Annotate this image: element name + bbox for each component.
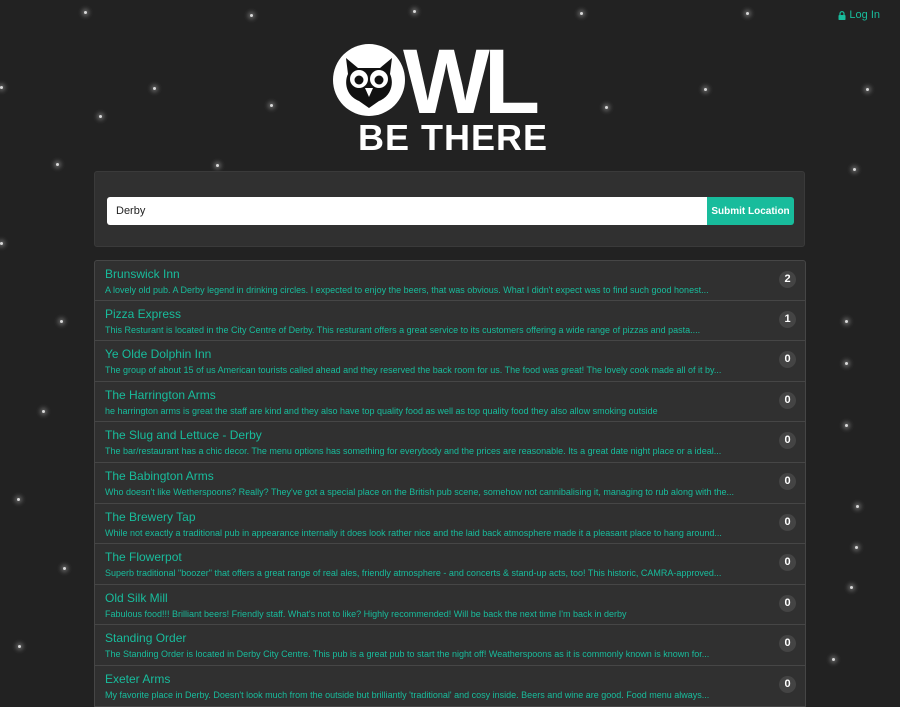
star-decoration [845,424,848,427]
count-badge: 0 [779,635,796,653]
star-decoration [832,658,835,661]
star-decoration [0,86,3,89]
star-decoration [153,87,156,90]
pub-description: My favorite place in Derby. Doesn't look… [105,689,710,700]
pub-name-link[interactable]: Standing Order [105,630,765,646]
login-link[interactable]: Log In [838,9,880,21]
pub-result-item[interactable]: Standing Order The Standing Order is loca… [94,625,806,666]
star-decoration [60,320,63,323]
submit-location-button[interactable]: Submit Location [707,197,794,225]
owl-be-there-logo: WL BE THERE [333,31,573,158]
star-decoration [580,12,583,15]
star-decoration [704,88,707,91]
location-input[interactable] [107,197,708,225]
pub-description: The group of about 15 of us American tou… [105,365,722,376]
star-decoration [216,164,219,167]
pub-results-list: Brunswick Inn A lovely old pub. A Derby l… [94,260,806,707]
pub-name-link[interactable]: The Brewery Tap [105,509,765,525]
star-decoration [850,586,853,589]
count-badge: 0 [779,594,796,612]
star-decoration [270,104,273,107]
pub-name-link[interactable]: The Babington Arms [105,468,765,484]
pub-result-item[interactable]: Pizza Express This Resturant is located i… [94,300,806,342]
pub-result-item[interactable]: The Brewery Tap While not exactly a tradi… [94,503,806,545]
pub-description: Fabulous food!!! Brilliant beers! Friend… [105,608,627,619]
pub-description: he harrington arms is great the staff ar… [105,405,658,416]
star-decoration [413,10,416,13]
pub-name-link[interactable]: The Flowerpot [105,549,765,565]
star-decoration [746,12,749,15]
pub-description: The bar/restaurant has a chic decor. The… [105,446,722,457]
lock-icon [838,10,846,20]
count-badge: 0 [779,472,796,490]
count-badge: 0 [779,513,796,531]
count-badge: 0 [779,675,796,693]
pub-description: While not exactly a traditional pub in a… [105,527,722,538]
star-decoration [56,163,59,166]
count-badge: 0 [779,351,796,369]
pub-description: Superb traditional "boozer" that offers … [105,568,722,579]
count-badge: 0 [779,391,796,409]
pub-description: The Standing Order is located in Derby C… [105,649,710,660]
star-decoration [855,546,858,549]
star-decoration [84,11,87,14]
pub-name-link[interactable]: The Slug and Lettuce - Derby [105,427,765,443]
login-label: Log In [849,9,880,21]
pub-result-item[interactable]: Old Silk Mill Fabulous food!!! Brilliant … [94,584,806,626]
pub-result-item[interactable]: Ye Olde Dolphin Inn The group of about 15… [94,341,806,382]
pub-result-item[interactable]: Brunswick Inn A lovely old pub. A Derby l… [94,260,806,301]
star-decoration [18,645,21,648]
pub-result-item[interactable]: The Harrington Arms he harrington arms is… [94,381,806,423]
star-decoration [866,88,869,91]
count-badge: 1 [779,310,796,328]
count-badge: 2 [779,271,796,288]
pub-description: A lovely old pub. A Derby legend in drin… [105,285,709,295]
star-decoration [250,14,253,17]
count-badge: 0 [779,432,796,450]
star-decoration [853,168,856,171]
pub-name-link[interactable]: Exeter Arms [105,671,765,687]
pub-result-item[interactable]: The Flowerpot Superb traditional "boozer"… [94,544,806,585]
pub-result-item[interactable]: The Babington Arms Who doesn't like Wethe… [94,462,806,504]
owl-icon [333,44,405,116]
count-badge: 0 [779,554,796,572]
star-decoration [845,320,848,323]
pub-description: This Resturant is located in the City Ce… [105,324,701,335]
search-panel: Submit Location [94,171,805,247]
logo-top-row: WL [333,31,540,133]
star-decoration [845,362,848,365]
star-decoration [63,567,66,570]
star-decoration [99,115,102,118]
star-decoration [605,106,608,109]
star-decoration [0,242,3,245]
star-decoration [17,498,20,501]
star-decoration [42,410,45,413]
logo-wl-text: WL [403,31,540,133]
pub-name-link[interactable]: Pizza Express [105,306,765,322]
pub-name-link[interactable]: Ye Olde Dolphin Inn [105,346,765,362]
pub-name-link[interactable]: Brunswick Inn [105,266,765,282]
pub-result-item[interactable]: Exeter Arms My favorite place in Derby. D… [94,665,806,707]
pub-description: Who doesn't like Wetherspoons? Really? T… [105,486,734,497]
logo-subtitle: BE THERE [357,117,549,158]
star-decoration [856,505,859,508]
pub-name-link[interactable]: Old Silk Mill [105,590,765,606]
pub-name-link[interactable]: The Harrington Arms [105,387,765,403]
pub-result-item[interactable]: The Slug and Lettuce - Derby The bar/rest… [94,422,806,463]
